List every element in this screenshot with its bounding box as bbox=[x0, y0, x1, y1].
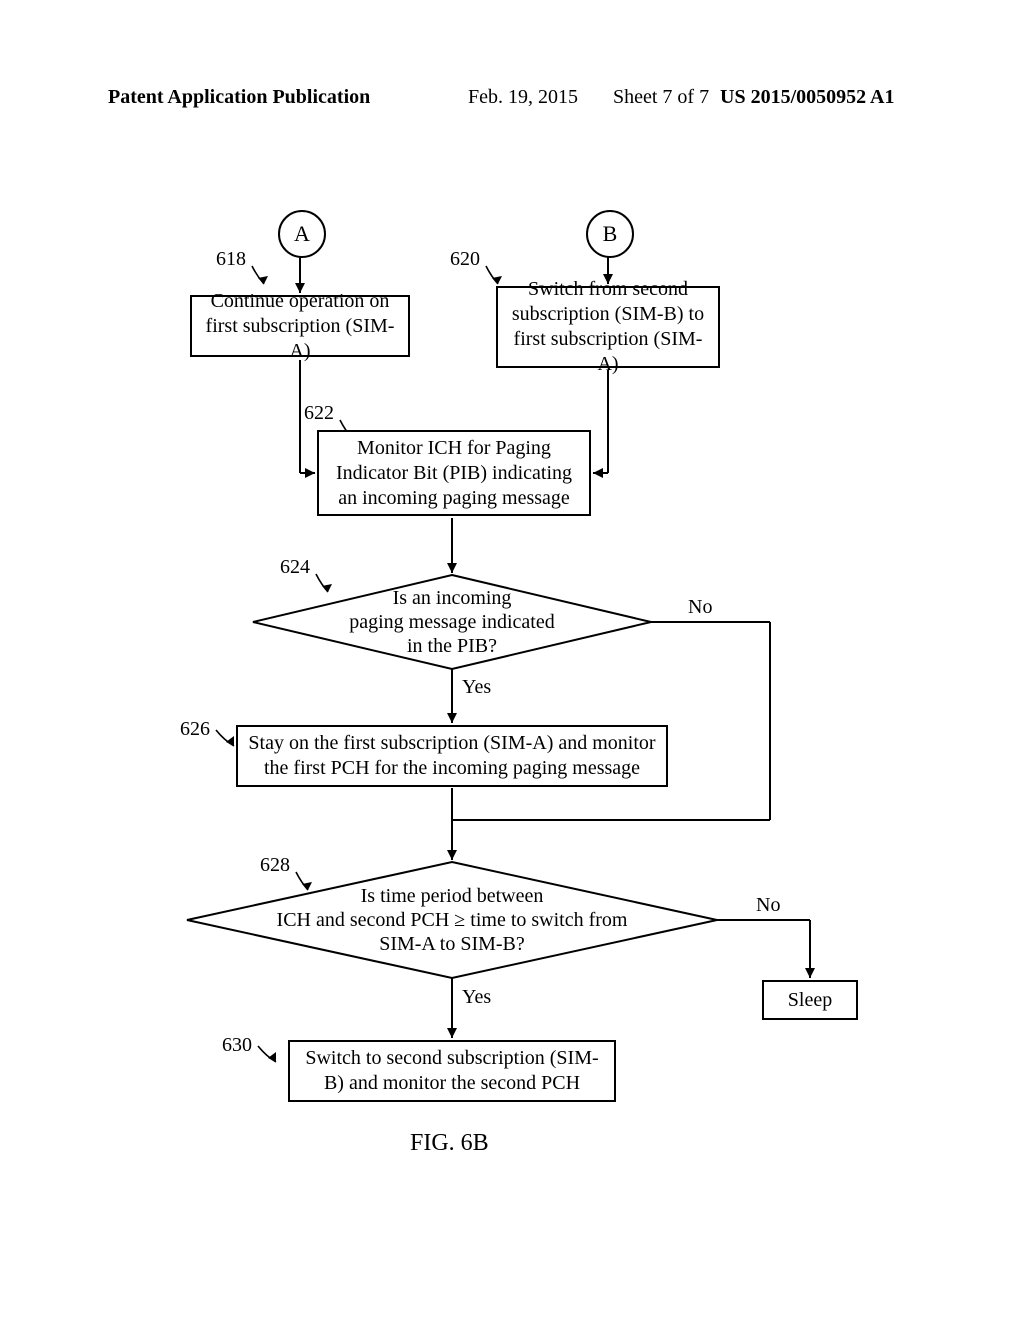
branch-624-no: No bbox=[688, 596, 712, 619]
box-sleep-text: Sleep bbox=[788, 988, 832, 1013]
branch-628-yes: Yes bbox=[462, 986, 491, 1009]
connector-a: A bbox=[278, 210, 326, 258]
ref-630: 630 bbox=[222, 1034, 252, 1057]
box-622: Monitor ICH for Paging Indicator Bit (PI… bbox=[317, 430, 591, 516]
box-sleep: Sleep bbox=[762, 980, 858, 1020]
decision-628: Is time period between ICH and second PC… bbox=[187, 862, 717, 978]
ref-626: 626 bbox=[180, 718, 210, 741]
box-620: Switch from second subscription (SIM-B) … bbox=[496, 286, 720, 368]
branch-624-yes: Yes bbox=[462, 676, 491, 699]
box-620-text: Switch from second subscription (SIM-B) … bbox=[508, 277, 708, 377]
decision-624-text: Is an incoming paging message indicated … bbox=[349, 586, 555, 658]
box-626-text: Stay on the first subscription (SIM-A) a… bbox=[248, 731, 656, 781]
branch-628-no: No bbox=[756, 894, 780, 917]
box-630: Switch to second subscription (SIM-B) an… bbox=[288, 1040, 616, 1102]
decision-628-text: Is time period between ICH and second PC… bbox=[277, 884, 628, 956]
ref-620: 620 bbox=[450, 248, 480, 271]
connector-b: B bbox=[586, 210, 634, 258]
connector-a-label: A bbox=[294, 221, 310, 247]
box-618: Continue operation on first subscription… bbox=[190, 295, 410, 357]
ref-618: 618 bbox=[216, 248, 246, 271]
box-622-text: Monitor ICH for Paging Indicator Bit (PI… bbox=[329, 436, 579, 511]
box-630-text: Switch to second subscription (SIM-B) an… bbox=[300, 1046, 604, 1096]
box-618-text: Continue operation on first subscription… bbox=[202, 289, 398, 364]
ref-622: 622 bbox=[304, 402, 334, 425]
figure-caption: FIG. 6B bbox=[410, 1130, 489, 1157]
decision-624: Is an incoming paging message indicated … bbox=[253, 575, 651, 669]
connector-b-label: B bbox=[603, 221, 618, 247]
box-626: Stay on the first subscription (SIM-A) a… bbox=[236, 725, 668, 787]
